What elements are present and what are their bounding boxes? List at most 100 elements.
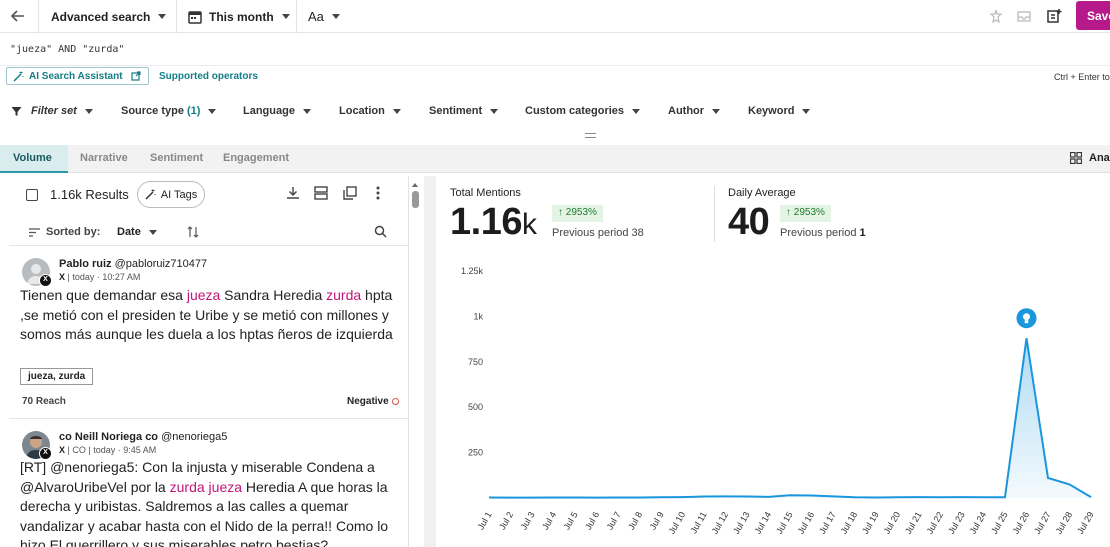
more-vertical-icon[interactable] bbox=[375, 186, 381, 200]
query-input[interactable]: "jueza" AND "zurda" bbox=[0, 36, 1110, 66]
x-tick-label: Jul 16 bbox=[796, 510, 817, 536]
ai-tags-button[interactable]: AI Tags bbox=[137, 181, 205, 208]
results-header: 1.16k Results AI Tags bbox=[9, 176, 408, 212]
y-tick-label: 250 bbox=[468, 448, 483, 458]
text-size-label: Aa bbox=[308, 9, 324, 24]
mentions-chart[interactable]: 2505007501k1.25kJul 1 Jul 2 Jul 3 Jul 4 Jul … bbox=[436, 256, 1110, 547]
date-range-dropdown[interactable]: This month bbox=[188, 0, 290, 33]
x-tick-label: Jul 14 bbox=[753, 510, 774, 536]
alert-icon[interactable] bbox=[988, 8, 1004, 24]
author-label: Author bbox=[668, 105, 705, 117]
y-tick-label: 750 bbox=[468, 357, 483, 367]
chevron-down-icon bbox=[490, 108, 499, 114]
x-tick-label: Jul 2 bbox=[497, 510, 515, 531]
calendar-icon bbox=[188, 10, 202, 24]
x-tick-label: Jul 13 bbox=[731, 510, 752, 536]
magic-wand-icon bbox=[13, 71, 24, 82]
divider bbox=[296, 0, 297, 33]
keyword-tag[interactable]: jueza, zurda bbox=[20, 368, 94, 385]
sentiment-dropdown[interactable]: Sentiment bbox=[429, 105, 499, 117]
post-meta: X | CO | today · 9:45 AM bbox=[59, 445, 156, 455]
tab-bar: Volume Narrative Sentiment Engagement An… bbox=[0, 145, 1110, 173]
daily-previous: Previous period 1 bbox=[780, 227, 866, 239]
total-change-value: 2953% bbox=[565, 207, 597, 218]
series-line bbox=[488, 338, 1092, 499]
keyword-dropdown[interactable]: Keyword bbox=[748, 105, 811, 117]
daily-change-value: 2953% bbox=[793, 207, 825, 218]
previous-label: Previous period bbox=[780, 227, 857, 239]
x-tick-label: Jul 3 bbox=[519, 510, 537, 531]
language-dropdown[interactable]: Language bbox=[243, 105, 311, 117]
x-tick-label: Jul 6 bbox=[583, 510, 601, 531]
tab-volume[interactable]: Volume bbox=[0, 145, 68, 173]
tab-sentiment[interactable]: Sentiment bbox=[150, 145, 203, 173]
post-author[interactable]: co Neill Noriega co @nenoriega5 bbox=[59, 431, 227, 443]
external-link-icon bbox=[130, 71, 141, 81]
x-tick-label: Jul 29 bbox=[1075, 510, 1096, 536]
chevron-down-icon bbox=[802, 108, 811, 114]
add-dashboard-icon[interactable] bbox=[1046, 8, 1062, 24]
post-author[interactable]: Pablo ruiz @pabloruiz710477 bbox=[59, 258, 207, 270]
filter-set-dropdown[interactable]: Filter set bbox=[11, 105, 93, 117]
sorted-by-label: Sorted by: bbox=[46, 226, 101, 238]
select-all-checkbox[interactable] bbox=[26, 189, 38, 201]
x-tick-label: Jul 7 bbox=[605, 510, 623, 531]
previous-value: 38 bbox=[631, 227, 644, 239]
x-tick-label: Jul 25 bbox=[989, 510, 1010, 536]
daily-change-badge: ↑ 2953% bbox=[780, 205, 831, 222]
ai-search-assistant-button[interactable]: AI Search Assistant bbox=[6, 67, 149, 85]
scroll-up-arrow-icon[interactable] bbox=[412, 183, 418, 187]
ai-search-label: AI Search Assistant bbox=[29, 70, 123, 82]
sentiment-label: Sentiment bbox=[429, 105, 483, 117]
scrollbar-thumb[interactable] bbox=[412, 191, 419, 208]
sort-lines-icon bbox=[29, 228, 40, 237]
date-range-label: This month bbox=[209, 9, 274, 24]
reach-value: 70 Reach bbox=[22, 396, 66, 407]
inbox-icon[interactable] bbox=[1016, 8, 1032, 24]
sentiment-badge[interactable]: Negative bbox=[347, 396, 399, 407]
sort-dropdown[interactable]: Date bbox=[117, 226, 157, 238]
x-tick-label: Jul 28 bbox=[1054, 510, 1075, 536]
total-mentions-title: Total Mentions bbox=[450, 187, 521, 199]
total-mentions-number: 1.16 bbox=[450, 201, 522, 243]
x-tick-label: Jul 27 bbox=[1032, 510, 1053, 536]
post-time: | CO | today · 9:45 AM bbox=[65, 445, 157, 455]
download-icon[interactable] bbox=[286, 186, 300, 200]
post-time: | today · 10:27 AM bbox=[65, 272, 141, 282]
tab-narrative[interactable]: Narrative bbox=[80, 145, 128, 173]
x-tick-label: Jul 19 bbox=[860, 510, 881, 536]
total-mentions-value: 1.16k bbox=[450, 201, 537, 244]
analytics-panel: Total Mentions 1.16k ↑ 2953% Previous pe… bbox=[436, 176, 1110, 547]
sort-direction-icon[interactable] bbox=[187, 225, 199, 239]
results-count: 1.16k Results bbox=[50, 187, 129, 202]
x-tick-label: Jul 15 bbox=[774, 510, 795, 536]
author-handle: @nenoriega5 bbox=[161, 431, 228, 443]
sentiment-label: Negative bbox=[347, 396, 389, 407]
search-mode-dropdown[interactable]: Advanced search bbox=[51, 0, 167, 33]
text-size-dropdown[interactable]: Aa bbox=[308, 0, 340, 33]
grid-icon bbox=[1070, 152, 1082, 164]
series-area bbox=[489, 338, 1091, 498]
y-tick-label: 1k bbox=[473, 311, 483, 321]
resize-handle[interactable] bbox=[585, 133, 596, 138]
location-dropdown[interactable]: Location bbox=[339, 105, 401, 117]
x-tick-label: Jul 21 bbox=[903, 510, 924, 536]
source-type-dropdown[interactable]: Source type (1) bbox=[121, 105, 217, 117]
author-dropdown[interactable]: Author bbox=[668, 105, 721, 117]
custom-categories-dropdown[interactable]: Custom categories bbox=[525, 105, 641, 117]
x-tick-label: Jul 23 bbox=[946, 510, 967, 536]
daily-average-value: 40 bbox=[728, 201, 770, 243]
sort-value-label: Date bbox=[117, 226, 141, 238]
x-tick-label: Jul 8 bbox=[626, 510, 644, 531]
analytics-toggle[interactable]: Ana bbox=[1070, 152, 1110, 164]
search-icon[interactable] bbox=[374, 225, 387, 238]
layout-icon[interactable] bbox=[314, 186, 328, 200]
custom-categories-label: Custom categories bbox=[525, 105, 625, 117]
copy-icon[interactable] bbox=[343, 186, 357, 200]
x-tick-label: Jul 12 bbox=[710, 510, 731, 536]
save-button[interactable]: Save bbox=[1076, 1, 1110, 30]
back-arrow-icon[interactable] bbox=[9, 7, 27, 25]
supported-operators-link[interactable]: Supported operators bbox=[159, 71, 258, 82]
tab-engagement[interactable]: Engagement bbox=[223, 145, 289, 173]
lightbulb-base-icon bbox=[1024, 320, 1029, 324]
